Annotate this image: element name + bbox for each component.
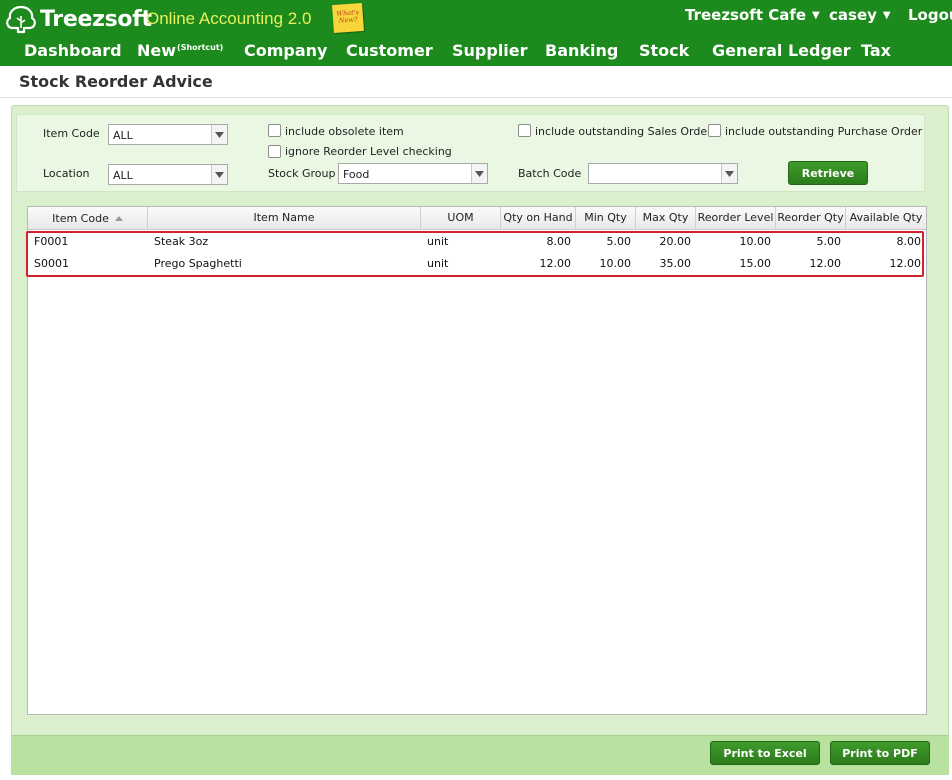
company-name: Treezsoft Cafe [685,6,807,24]
top-header: Treezsoft Online Accounting 2.0 What's N… [0,0,952,66]
item-code-select[interactable]: ALL [108,124,228,145]
stock-group-select[interactable]: Food [338,163,488,184]
location-value: ALL [113,169,133,182]
include-purchase-order-label: include outstanding Purchase Order [725,125,923,138]
nav-tax[interactable]: Tax [861,41,891,60]
print-to-pdf-button[interactable]: Print to PDF [830,741,930,765]
column-header-reorder-level[interactable]: Reorder Level [696,207,776,229]
title-divider [0,97,952,98]
chevron-down-icon: ▼ [812,10,820,21]
location-label: Location [43,167,90,180]
logo-text: Treezsoft [40,6,152,32]
row-highlight-box [26,231,924,277]
column-header-uom[interactable]: UOM [421,207,501,229]
include-sales-order-checkbox[interactable] [518,124,531,137]
sort-ascending-icon [114,207,123,229]
main-nav: Dashboard New(Shortcut) Company Customer… [0,41,952,65]
item-code-value: ALL [113,129,133,142]
dropdown-arrow-icon [721,164,737,183]
column-header-min-qty[interactable]: Min Qty [576,207,636,229]
treezsoft-logo[interactable]: Treezsoft [4,4,152,34]
retrieve-button[interactable]: Retrieve [788,161,868,185]
filter-panel: Item Code ALL Location ALL include obsol… [16,114,925,192]
nav-company[interactable]: Company [244,41,327,60]
column-header-qty-on-hand[interactable]: Qty on Hand [501,207,576,229]
user-name: casey [829,6,877,24]
nav-new[interactable]: New(Shortcut) [137,41,223,60]
include-obsolete-label: include obsolete item [285,125,404,138]
location-select[interactable]: ALL [108,164,228,185]
user-menu[interactable]: casey ▼ [829,6,891,24]
batch-code-select[interactable] [588,163,738,184]
whats-new-note[interactable]: What's New? [332,2,364,34]
column-header-label: Item Code [52,212,109,225]
item-code-label: Item Code [43,127,100,140]
column-header-max-qty[interactable]: Max Qty [636,207,696,229]
nav-supplier[interactable]: Supplier [452,41,528,60]
batch-code-label: Batch Code [518,167,582,180]
nav-stock[interactable]: Stock [639,41,689,60]
include-purchase-order-checkbox[interactable] [708,124,721,137]
dropdown-arrow-icon [211,165,227,184]
stock-reorder-grid: Item Code Item Name UOM Qty on Hand Min … [26,206,927,715]
tree-logo-icon [6,5,36,34]
nav-new-label: New [137,41,177,60]
company-menu[interactable]: Treezsoft Cafe ▼ [685,6,820,24]
ignore-reorder-label: ignore Reorder Level checking [285,145,452,158]
nav-general-ledger[interactable]: General Ledger [712,41,851,60]
column-header-reorder-qty[interactable]: Reorder Qty [776,207,846,229]
column-header-item-name[interactable]: Item Name [148,207,421,229]
column-header-item-code[interactable]: Item Code [28,207,148,229]
chevron-down-icon: ▼ [882,10,891,21]
footer-bar: Print to Excel Print to PDF [11,735,949,775]
nav-dashboard[interactable]: Dashboard [24,41,122,60]
column-header-available-qty[interactable]: Available Qty [846,207,926,229]
dropdown-arrow-icon [211,125,227,144]
include-sales-order-label: include outstanding Sales Order [535,125,712,138]
app-name: Online Accounting 2.0 [146,9,312,28]
include-obsolete-checkbox[interactable] [268,124,281,137]
ignore-reorder-checkbox[interactable] [268,145,281,158]
stock-group-label: Stock Group [268,167,336,180]
print-to-excel-button[interactable]: Print to Excel [710,741,820,765]
logout-link[interactable]: Logout [908,6,952,24]
stock-group-value: Food [343,168,370,181]
page-title: Stock Reorder Advice [19,72,213,91]
dropdown-arrow-icon [471,164,487,183]
nav-new-shortcut: (Shortcut) [177,43,224,52]
grid-header: Item Code Item Name UOM Qty on Hand Min … [28,207,926,230]
nav-customer[interactable]: Customer [346,41,433,60]
nav-banking[interactable]: Banking [545,41,618,60]
